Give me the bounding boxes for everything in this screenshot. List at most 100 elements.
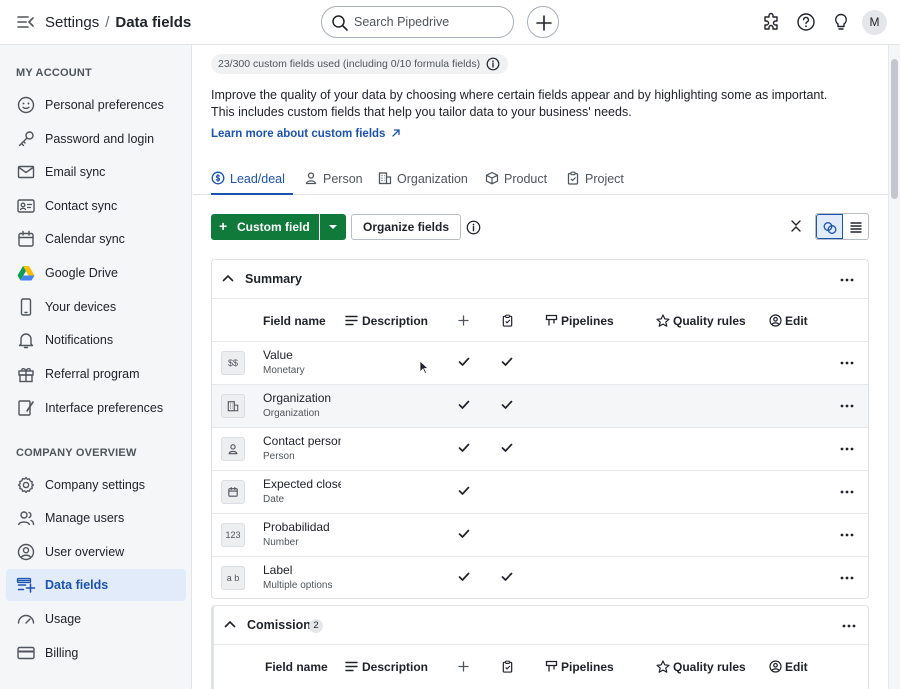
check-icon[interactable]: [458, 443, 470, 453]
custom-field-dropdown-button[interactable]: [320, 214, 346, 240]
organize-fields-button[interactable]: Organize fields: [351, 214, 461, 240]
main-scrollbar[interactable]: [888, 45, 900, 689]
text-lines-icon: [345, 315, 358, 326]
column-pipelines-label: Pipelines: [561, 660, 614, 674]
more-options-icon[interactable]: [840, 447, 854, 451]
sidebar-item-personal-preferences[interactable]: Personal preferences: [6, 89, 186, 121]
sidebar-item-interface-preferences[interactable]: Interface preferences: [6, 392, 186, 424]
sidebar-item-google-drive[interactable]: Google Drive: [6, 257, 186, 289]
field-count-badge: 2: [309, 619, 323, 633]
entity-tabs: Lead/deal Person Organization Product Pr…: [193, 161, 888, 195]
more-options-icon[interactable]: [840, 533, 854, 537]
column-header-row: Field name Description Pipelines Quality…: [212, 299, 868, 342]
sidebar-item-billing[interactable]: Billing: [6, 637, 186, 669]
user-circle-icon: [769, 314, 782, 327]
mouse-cursor-icon: [419, 360, 429, 374]
table-row[interactable]: 123 Probabilidad Number: [212, 514, 868, 557]
more-options-icon[interactable]: [840, 361, 854, 365]
column-detail-view-icon: [502, 314, 513, 327]
sidebar-item-email-sync[interactable]: Email sync: [6, 156, 186, 188]
collapse-menu-icon[interactable]: [17, 14, 35, 30]
search-box[interactable]: [321, 6, 514, 38]
help-icon[interactable]: [796, 12, 816, 32]
more-options-icon[interactable]: [842, 624, 856, 628]
box-icon: [485, 171, 499, 185]
check-icon[interactable]: [501, 572, 513, 582]
sidebar-item-calendar-sync[interactable]: Calendar sync: [6, 223, 186, 255]
column-description: Description: [345, 660, 428, 674]
table-row[interactable]: Organization Organization: [212, 385, 868, 428]
info-icon[interactable]: [486, 57, 500, 71]
sidebar-item-contact-sync[interactable]: Contact sync: [6, 190, 186, 222]
grouped-view-button[interactable]: [816, 214, 843, 239]
extensions-icon[interactable]: [762, 12, 782, 32]
chevron-up-icon[interactable]: [224, 620, 236, 628]
sidebar-item-data-fields[interactable]: Data fields: [6, 569, 186, 601]
chevron-up-icon[interactable]: [222, 274, 234, 282]
check-icon[interactable]: [458, 357, 470, 367]
check-icon[interactable]: [501, 443, 513, 453]
plus-icon: [536, 15, 552, 31]
field-type: Number: [263, 537, 299, 548]
sidebar-item-referral-program[interactable]: Referral program: [6, 358, 186, 390]
usage-text: 23/300 custom fields used (including 0/1…: [218, 58, 481, 70]
sidebar-item-company-settings[interactable]: Company settings: [6, 469, 186, 501]
gauge-icon: [17, 614, 35, 624]
column-add-view-icon: [458, 315, 469, 326]
field-type: Person: [263, 451, 295, 462]
section-card-comission: Comission 2 Field name Description Pipel…: [211, 605, 870, 689]
info-icon[interactable]: [466, 220, 481, 235]
pipeline-icon: [545, 314, 558, 326]
quick-add-button[interactable]: [527, 6, 559, 38]
check-icon[interactable]: [501, 400, 513, 410]
more-options-icon[interactable]: [840, 278, 854, 282]
main-content: 23/300 custom fields used (including 0/1…: [193, 45, 888, 689]
more-options-icon[interactable]: [840, 490, 854, 494]
top-bar: Settings / Data fields M: [0, 0, 900, 45]
tab-label: Lead/deal: [230, 172, 285, 186]
tab-label: Person: [323, 172, 363, 186]
custom-fields-usage-badge: 23/300 custom fields used (including 0/1…: [211, 54, 509, 74]
sidebar-item-label: Manage users: [45, 511, 125, 525]
section-header[interactable]: Comission 2: [214, 606, 870, 645]
column-edit: Edit: [769, 660, 808, 674]
sidebar-item-notifications[interactable]: Notifications: [6, 324, 186, 356]
more-options-icon[interactable]: [840, 576, 854, 580]
tab-lead-deal[interactable]: Lead/deal: [211, 161, 293, 195]
check-icon[interactable]: [458, 572, 470, 582]
sidebar-item-label: User overview: [45, 545, 125, 559]
sidebar-item-your-devices[interactable]: Your devices: [6, 291, 186, 323]
user-circle-icon: [769, 660, 782, 673]
add-custom-field-button[interactable]: + Custom field: [211, 214, 319, 240]
table-row[interactable]: $$ Value Monetary: [212, 342, 868, 385]
sidebar-item-label: Notifications: [45, 333, 114, 347]
breadcrumb-settings[interactable]: Settings: [45, 14, 99, 31]
sidebar-item-password-and-login[interactable]: Password and login: [6, 123, 186, 155]
check-icon[interactable]: [458, 486, 470, 496]
key-icon: [18, 131, 34, 147]
credit-card-icon: [17, 646, 35, 660]
table-row[interactable]: Expected close date Date: [212, 471, 868, 514]
clipboard-icon: [567, 171, 579, 185]
check-icon[interactable]: [458, 400, 470, 410]
check-icon[interactable]: [501, 357, 513, 367]
table-row[interactable]: Contact person Person: [212, 428, 868, 471]
column-edit-label: Edit: [785, 660, 808, 674]
scrollbar-thumb[interactable]: [891, 59, 898, 199]
sidebar-item-label: Your devices: [45, 300, 117, 314]
learn-more-link[interactable]: Learn more about custom fields: [211, 128, 401, 140]
check-icon[interactable]: [458, 529, 470, 539]
sidebar-item-usage[interactable]: Usage: [6, 603, 186, 635]
avatar[interactable]: M: [862, 10, 887, 35]
column-quality-rules: Quality rules: [656, 660, 746, 674]
table-row[interactable]: a b Label Multiple options: [212, 557, 868, 600]
lightbulb-icon[interactable]: [831, 12, 851, 32]
monetary-field-icon: $$: [221, 351, 245, 375]
more-options-icon[interactable]: [840, 404, 854, 408]
search-input[interactable]: [354, 13, 504, 31]
sidebar-item-manage-users[interactable]: Manage users: [6, 502, 186, 534]
section-header[interactable]: Summary: [212, 260, 868, 299]
collapse-all-icon[interactable]: [789, 219, 803, 233]
field-type: Multiple options: [263, 580, 333, 591]
sidebar-item-user-overview[interactable]: User overview: [6, 536, 186, 568]
